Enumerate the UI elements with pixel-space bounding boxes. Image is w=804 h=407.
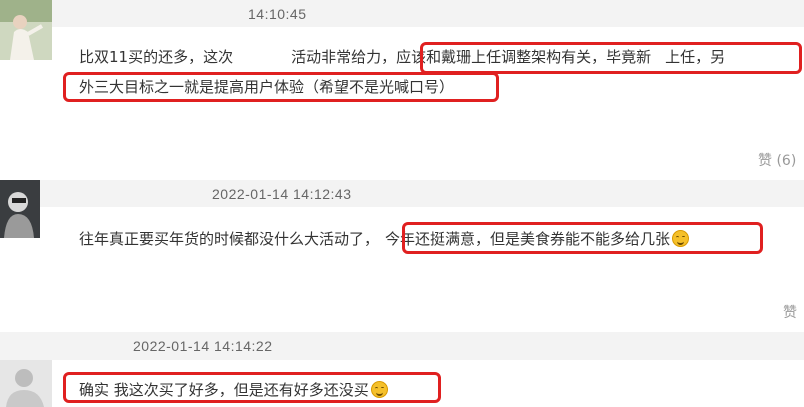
highlighted-text: 今年还挺满意，但是美食券能不能多给几张 <box>385 230 671 248</box>
comment-text-segment: 活动非常给力， <box>291 48 397 66</box>
smile-emoji-icon <box>672 230 690 247</box>
comment-text: 往年真正要买年货的时候都没什么大活动了， 今年还挺满意，但是美食券能不能多给几张 <box>79 229 690 249</box>
highlighted-text: 外三大目标之一就是提高用户体验（希望不是光喊口号） <box>79 78 455 96</box>
comment-text-line-1: 比双11买的还多，这次 活动非常给力，应该和戴珊上任调整架构有关，毕竟新 上任，另 <box>79 47 725 67</box>
avatar[interactable] <box>0 360 52 407</box>
comment-text: 确实 我这次买了好多，但是还有好多还没买 <box>79 380 388 400</box>
comment-timestamp: 2022-01-14 14:14:22 <box>133 338 273 354</box>
comment-text-segment: 往年真正要买年货的时候都没什么大活动了， <box>79 230 380 248</box>
highlighted-text: 上任，另 <box>665 48 726 66</box>
highlighted-text: 确实 我这次买了好多，但是还有好多还没买 <box>79 381 369 399</box>
avatar[interactable] <box>0 180 40 238</box>
like-button[interactable]: 赞 (6) <box>758 150 796 170</box>
avatar-image <box>0 360 52 407</box>
comment-timestamp: 2022-01-14 14:12:43 <box>212 186 352 202</box>
laugh-emoji-icon <box>370 381 388 398</box>
comment-timestamp: 14:10:45 <box>248 6 307 22</box>
highlighted-text: 应该和戴珊上任调整架构有关，毕竟新 <box>396 48 652 66</box>
avatar-image <box>0 180 40 238</box>
comment-header-bar <box>0 332 804 360</box>
comment-header-bar <box>0 180 804 207</box>
comment-text-line-2: 外三大目标之一就是提高用户体验（希望不是光喊口号） <box>79 77 454 97</box>
avatar[interactable] <box>0 0 52 60</box>
like-button[interactable]: 赞 <box>783 302 797 322</box>
comment-text-segment: 比双11买的还多，这次 <box>79 48 234 66</box>
avatar-image <box>0 0 52 60</box>
comment-header-bar <box>0 0 804 27</box>
